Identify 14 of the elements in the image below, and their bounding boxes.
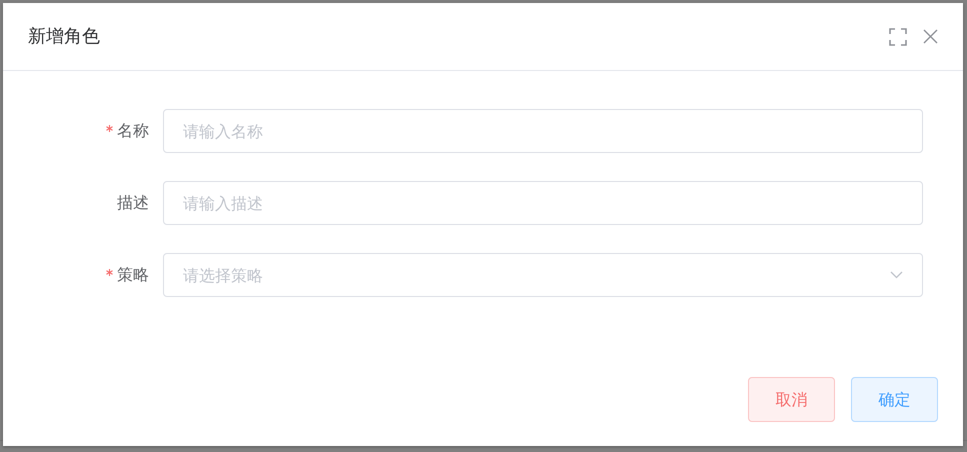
confirm-button[interactable]: 确定 <box>851 377 938 422</box>
cancel-button[interactable]: 取消 <box>748 377 835 422</box>
select-field[interactable]: 请选择策略 <box>163 253 923 297</box>
field-label: 描述 <box>117 192 149 214</box>
chevron-down-icon <box>890 271 903 279</box>
field-label: 策略 <box>117 264 149 286</box>
close-icon[interactable] <box>923 29 938 44</box>
required-asterisk-icon <box>106 268 113 276</box>
fullscreen-icon[interactable] <box>889 28 907 46</box>
input-field[interactable]: 请输入描述 <box>163 181 923 225</box>
field-label: 名称 <box>117 120 149 142</box>
required-asterisk-icon <box>106 124 113 132</box>
dialog-title: 新增角色 <box>28 25 100 49</box>
input-field[interactable]: 请输入名称 <box>163 109 923 153</box>
